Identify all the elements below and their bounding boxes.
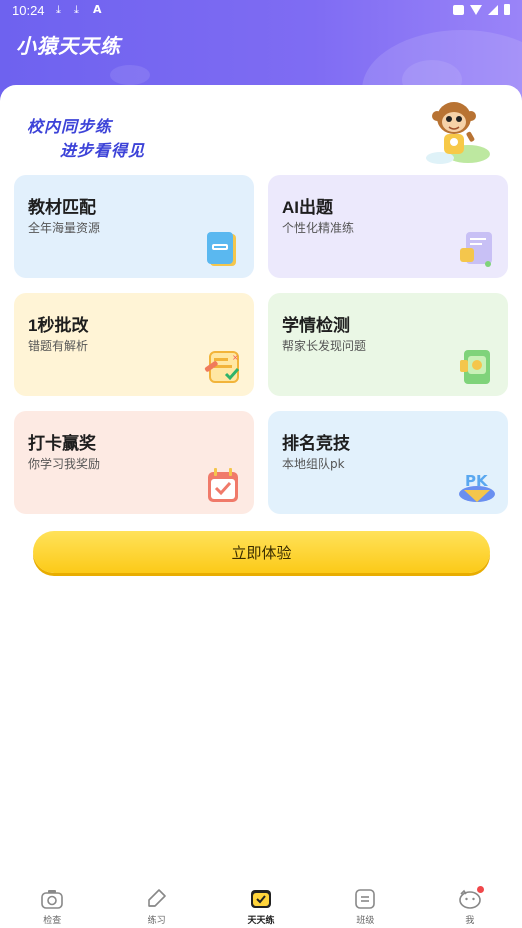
wifi-icon	[470, 4, 482, 15]
signal-icon	[488, 4, 498, 15]
slogan-line-2: 进步看得见	[60, 141, 146, 160]
card-title: AI出题	[282, 198, 333, 217]
a-notification-icon: A	[93, 3, 102, 16]
textbook-icon	[207, 232, 236, 266]
card-title: 打卡赢奖	[28, 434, 96, 453]
card-ai-questions[interactable]: AI出题 个性化精准练	[268, 175, 508, 278]
card-title: 排名竞技	[282, 434, 350, 453]
status-time: 10:24	[12, 3, 45, 18]
notification-badge	[476, 886, 484, 893]
card-learning-report[interactable]: 学情检测 帮家长发现问题	[268, 293, 508, 396]
download-icon: ⤓	[74, 3, 79, 16]
card-textbook-match[interactable]: 教材匹配 全年海量资源	[14, 175, 254, 278]
ai-paper-icon	[460, 232, 492, 267]
briefcase-icon	[453, 4, 464, 15]
tab-label: 练习	[147, 916, 166, 926]
card-ranking-pk[interactable]: 排名竞技 本地组队pk PK	[268, 411, 508, 514]
battery-icon	[504, 4, 510, 15]
card-subtitle: 个性化精准练	[282, 221, 355, 235]
bottom-tab-bar: 检查 练习 天天练 班级 我	[0, 880, 522, 928]
card-subtitle: 你学习我奖励	[28, 457, 101, 471]
monkey-mascot-icon	[426, 102, 490, 164]
tab-label: 班级	[356, 916, 375, 926]
card-subtitle: 错题有解析	[28, 339, 89, 353]
tab-practice[interactable]: 练习	[104, 880, 208, 928]
tab-label: 我	[465, 916, 475, 926]
tab-check[interactable]: 检查	[0, 880, 104, 928]
svg-text:PK: PK	[465, 472, 489, 490]
card-checkin-reward[interactable]: 打卡赢奖 你学习我奖励	[14, 411, 254, 514]
card-title: 1秒批改	[28, 316, 89, 335]
tab-class[interactable]: 班级	[313, 880, 417, 928]
report-icon	[460, 350, 490, 384]
tab-daily-practice[interactable]: 天天练	[209, 880, 313, 928]
tab-label: 检查	[43, 916, 62, 926]
card-subtitle: 全年海量资源	[28, 221, 101, 235]
class-icon	[355, 889, 376, 909]
tab-label: 天天练	[247, 916, 275, 926]
pk-icon: PK	[459, 472, 495, 502]
daily-practice-icon	[251, 890, 272, 908]
card-title: 教材匹配	[28, 198, 96, 217]
slogan-line-1: 校内同步练	[27, 117, 113, 136]
status-bar: 10:24 ⤓ ⤓ A	[0, 0, 522, 22]
card-title: 学情检测	[282, 316, 350, 335]
pencil-icon	[147, 889, 166, 907]
card-quick-grading[interactable]: 1秒批改 错题有解析 ×	[14, 293, 254, 396]
checkin-calendar-icon	[208, 468, 238, 502]
card-subtitle: 帮家长发现问题	[282, 339, 367, 353]
svg-text:×: ×	[232, 353, 239, 362]
tab-me[interactable]: 我	[418, 880, 522, 928]
camera-icon	[41, 890, 64, 909]
card-subtitle: 本地组队pk	[282, 457, 345, 471]
download-icon: ⤓	[56, 3, 61, 16]
try-now-button[interactable]: 立即体验	[33, 531, 490, 573]
app-title: 小猿天天练	[16, 34, 121, 58]
grading-icon: ×	[204, 351, 240, 383]
